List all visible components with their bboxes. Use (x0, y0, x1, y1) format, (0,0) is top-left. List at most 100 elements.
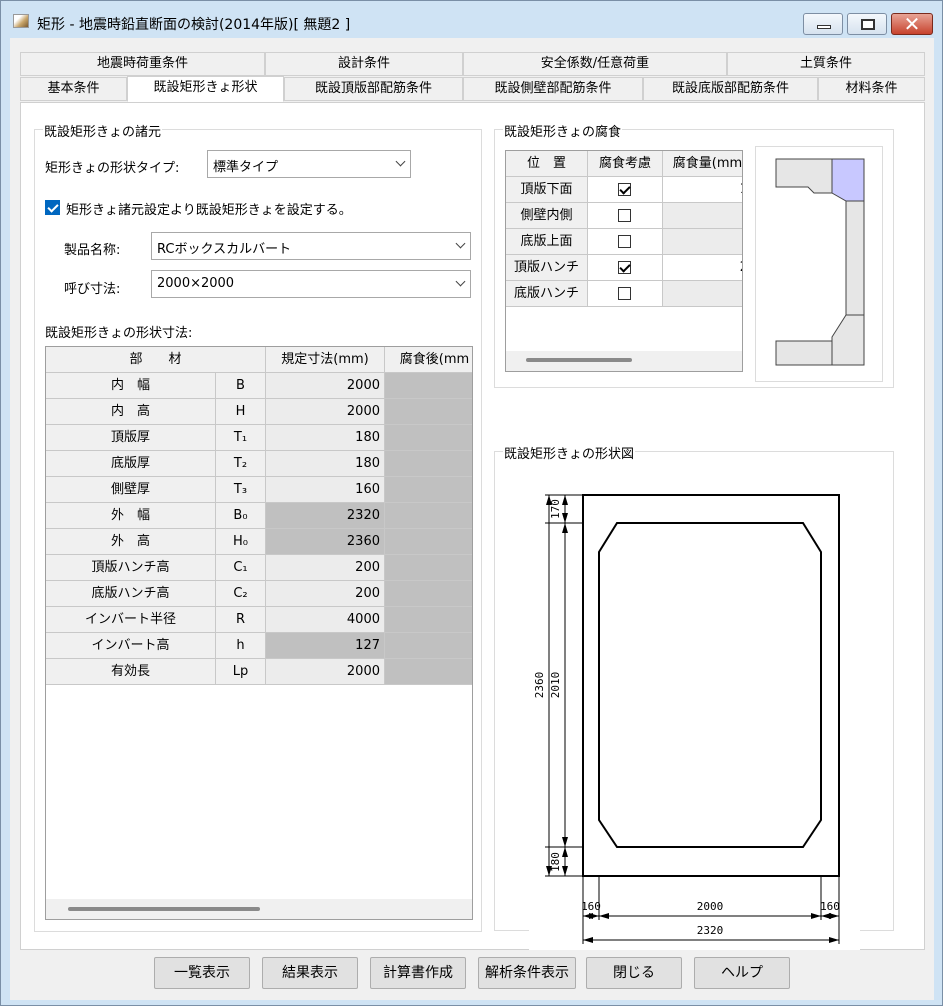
shape-type-value: 標準タイプ (213, 160, 279, 175)
dims-hscroll-thumb[interactable] (68, 907, 260, 911)
create-report-button[interactable]: 計算書作成 (370, 957, 466, 989)
chevron-down-icon (455, 238, 466, 249)
corrosion-amount[interactable]: 2 (663, 255, 742, 281)
dims-member-name: 頂版厚 (46, 425, 216, 451)
dims-standard-value[interactable]: 180 (266, 451, 385, 477)
dims-standard-value[interactable]: 2000 (266, 399, 385, 425)
corrosion-position: 頂版下面 (506, 177, 588, 203)
main-window: 矩形 - 地震時鉛直断面の検討(2014年版)[ 無題2 ] ✕ 地震時荷重条件… (0, 0, 943, 1006)
dims-standard-value[interactable]: 4000 (266, 607, 385, 633)
dims-member-name: インバート高 (46, 633, 216, 659)
tab-existing-shape[interactable]: 既設矩形きょ形状 (127, 76, 284, 102)
corrosion-diagram (755, 146, 883, 382)
dims-title: 既設矩形きょの形状寸法: (45, 326, 193, 341)
tab-design-conditions[interactable]: 設計条件 (265, 52, 463, 76)
shape-type-label: 矩形きょの形状タイプ: (45, 161, 180, 176)
dims-corroded-value (385, 555, 472, 581)
tab-soil-conditions[interactable]: 土質条件 (727, 52, 925, 76)
tab-basic-conditions[interactable]: 基本条件 (20, 77, 127, 101)
minimize-button[interactable] (803, 13, 843, 35)
analysis-conditions-button[interactable]: 解析条件表示 (478, 957, 576, 989)
dims-standard-value[interactable]: 200 (266, 555, 385, 581)
results-button[interactable]: 結果表示 (262, 957, 358, 989)
corrosion-consider-cell (588, 177, 663, 203)
close-icon: ✕ (903, 12, 921, 36)
nominal-size-label: 呼び寸法: (64, 282, 121, 297)
use-spec-checkbox[interactable] (45, 200, 60, 215)
chevron-down-icon (455, 276, 466, 287)
corrosion-position: 側壁内側 (506, 203, 588, 229)
dims-corroded-value: 2 (385, 373, 472, 399)
corrosion-table: 位 置 腐食考慮 腐食量(mm 頂版下面 1 側壁内側底版上面頂版ハンチ 2 底版ハンチ (505, 150, 743, 372)
corrosion-amount[interactable]: 1 (663, 177, 742, 203)
tab-seismic-load[interactable]: 地震時荷重条件 (20, 52, 265, 76)
dims-member-symbol: B₀ (216, 503, 266, 529)
corrosion-hscrollbar[interactable] (506, 351, 742, 371)
dims-member-name: 外 幅 (46, 503, 216, 529)
corrosion-group-title: 既設矩形きょの腐食 (503, 121, 623, 140)
help-button[interactable]: ヘルプ (694, 957, 790, 989)
corrosion-position: 底版ハンチ (506, 281, 588, 307)
dims-member-symbol: C₁ (216, 555, 266, 581)
dims-corroded-value: 2 (385, 529, 472, 555)
corrosion-consider-checkbox[interactable] (618, 235, 631, 248)
dims-member-name: 側壁厚 (46, 477, 216, 503)
dims-member-name: 有効長 (46, 659, 216, 685)
dims-member-symbol: T₂ (216, 451, 266, 477)
dims-member-symbol: C₂ (216, 581, 266, 607)
title-bar: 矩形 - 地震時鉛直断面の検討(2014年版)[ 無題2 ] ✕ (1, 1, 942, 37)
corrosion-header-amount: 腐食量(mm (663, 151, 742, 177)
dims-header-standard: 規定寸法(mm) (266, 347, 385, 373)
close-dialog-button[interactable]: 閉じる (586, 957, 682, 989)
tab-material-conditions[interactable]: 材料条件 (818, 77, 925, 101)
dims-member-name: 頂版ハンチ高 (46, 555, 216, 581)
corrosion-consider-checkbox[interactable] (618, 209, 631, 222)
shape-figure-group: 既設矩形きょの形状図 170 2010 2360 180 160 2000 16… (494, 443, 894, 950)
dim-outer-height: 2360 (533, 672, 546, 699)
dims-member-symbol: R (216, 607, 266, 633)
app-icon (13, 14, 29, 28)
dims-corroded-value (385, 633, 472, 659)
dims-standard-value[interactable]: 127 (266, 633, 385, 659)
corrosion-consider-checkbox[interactable] (618, 261, 631, 274)
client-area: 地震時荷重条件 設計条件 安全係数/任意荷重 土質条件 基本条件 既設矩形きょ形… (10, 38, 934, 1000)
dims-member-symbol: T₃ (216, 477, 266, 503)
corrosion-consider-checkbox[interactable] (618, 287, 631, 300)
dims-member-name: インバート半径 (46, 607, 216, 633)
dims-corroded-value: 2 (385, 503, 472, 529)
dims-member-symbol: B (216, 373, 266, 399)
maximize-icon (861, 19, 875, 30)
dims-corroded-value (385, 607, 472, 633)
dims-member-symbol: H₀ (216, 529, 266, 555)
dims-member-symbol: h (216, 633, 266, 659)
list-view-button[interactable]: 一覧表示 (154, 957, 250, 989)
tab-side-wall-rebar[interactable]: 既設側壁部配筋条件 (463, 77, 643, 101)
dims-standard-value[interactable]: 200 (266, 581, 385, 607)
corrosion-hscroll-thumb[interactable] (526, 358, 632, 362)
dims-hscrollbar[interactable] (46, 899, 472, 919)
dims-standard-value[interactable]: 2000 (266, 659, 385, 685)
dims-corroded-value (385, 451, 472, 477)
shape-figure: 170 2010 2360 180 160 2000 160 2320 (529, 470, 860, 951)
tab-bottom-slab-rebar[interactable]: 既設底版部配筋条件 (643, 77, 818, 101)
dims-standard-value[interactable]: 2360 (266, 529, 385, 555)
dims-standard-value[interactable]: 160 (266, 477, 385, 503)
product-name-select[interactable]: RCボックスカルバート (151, 232, 471, 260)
nominal-size-value: 2000×2000 (157, 276, 235, 291)
tab-safety-factors[interactable]: 安全係数/任意荷重 (463, 52, 727, 76)
close-button[interactable]: ✕ (891, 12, 933, 36)
shape-type-select[interactable]: 標準タイプ (207, 150, 411, 178)
tab-top-slab-rebar[interactable]: 既設頂版部配筋条件 (284, 77, 463, 101)
dims-standard-value[interactable]: 180 (266, 425, 385, 451)
dims-header-corroded: 腐食後(mm (385, 347, 472, 373)
minimize-icon (817, 25, 831, 29)
specs-group-title: 既設矩形きょの諸元 (43, 121, 163, 140)
dims-standard-value[interactable]: 2320 (266, 503, 385, 529)
corrosion-consider-checkbox[interactable] (618, 183, 631, 196)
use-spec-checkbox-label: 矩形きょ諸元設定より既設矩形きょを設定する。 (66, 203, 352, 218)
maximize-button[interactable] (847, 13, 887, 35)
dims-standard-value[interactable]: 2000 (266, 373, 385, 399)
dims-member-name: 内 幅 (46, 373, 216, 399)
corrosion-amount (663, 229, 742, 255)
nominal-size-select[interactable]: 2000×2000 (151, 270, 471, 298)
